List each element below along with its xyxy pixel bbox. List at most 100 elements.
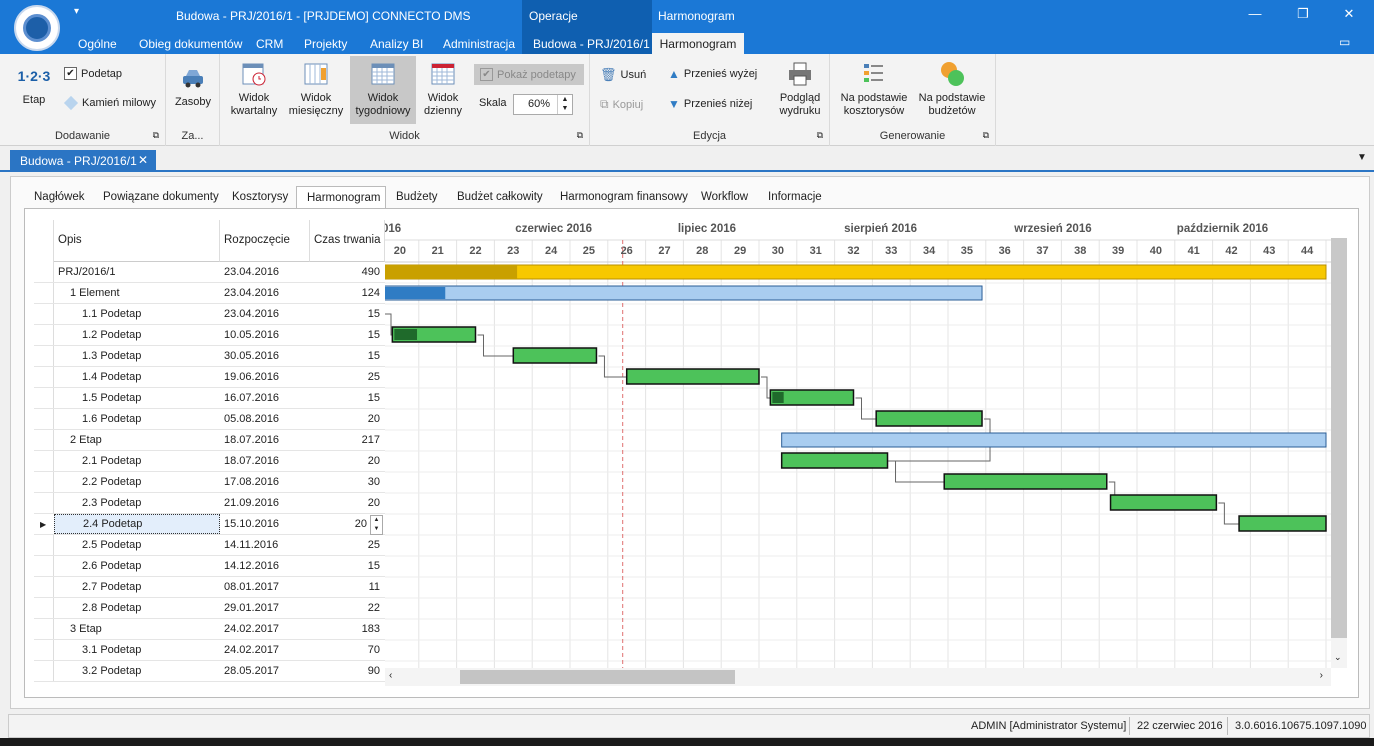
cell-opis[interactable]: 2.7 Podetap bbox=[82, 581, 141, 593]
cell-rozpoczecie[interactable]: 16.07.2016 bbox=[224, 392, 279, 404]
vertical-scroll-thumb[interactable] bbox=[1331, 238, 1347, 638]
cell-opis[interactable]: 1.3 Podetap bbox=[82, 350, 141, 362]
dialog-launcher-icon[interactable]: ⧉ bbox=[577, 130, 583, 141]
widok-miesieczny-button[interactable]: Widok miesięczny bbox=[288, 60, 344, 118]
table-row[interactable]: 1.1 Podetap 23.04.2016 15 bbox=[34, 304, 385, 325]
table-row[interactable]: 1.5 Podetap 16.07.2016 15 bbox=[34, 388, 385, 409]
na-podstawie-kosztorysow-button[interactable]: Na podstawie kosztorysów bbox=[838, 60, 910, 118]
menu-tab-administracja[interactable]: Administracja bbox=[443, 37, 515, 51]
skala-spinner-icon[interactable]: ▲ ▼ bbox=[557, 95, 572, 114]
restore-button[interactable]: ❐ bbox=[1288, 6, 1318, 22]
inner-tab-2[interactable]: Kosztorysy bbox=[222, 186, 296, 209]
table-row[interactable]: 3.1 Podetap 24.02.2017 70 bbox=[34, 640, 385, 661]
cell-opis[interactable]: 2.8 Podetap bbox=[82, 602, 141, 614]
cell-rozpoczecie[interactable]: 18.07.2016 bbox=[224, 455, 279, 467]
cell-czas-trwania[interactable]: 20 bbox=[297, 518, 367, 530]
cell-czas-trwania[interactable]: 20 bbox=[310, 497, 380, 509]
dialog-launcher-icon[interactable]: ⧉ bbox=[817, 130, 823, 141]
cell-czas-trwania[interactable]: 20 bbox=[310, 413, 380, 425]
cell-rozpoczecie[interactable]: 10.05.2016 bbox=[224, 329, 279, 341]
cell-rozpoczecie[interactable]: 08.01.2017 bbox=[224, 581, 279, 593]
table-row[interactable]: 2 Etap 18.07.2016 217 bbox=[34, 430, 385, 451]
menu-tab-obieg[interactable]: Obieg dokumentów bbox=[139, 37, 242, 51]
table-row[interactable]: 2.2 Podetap 17.08.2016 30 bbox=[34, 472, 385, 493]
podglad-wydruku-button[interactable]: Podgląd wydruku bbox=[774, 60, 826, 118]
table-row[interactable]: 1 Element 23.04.2016 124 bbox=[34, 283, 385, 304]
table-row[interactable]: 1.2 Podetap 10.05.2016 15 bbox=[34, 325, 385, 346]
usun-button[interactable]: 🗑 Usuń bbox=[600, 67, 646, 83]
cell-rozpoczecie[interactable]: 30.05.2016 bbox=[224, 350, 279, 362]
scroll-down-icon[interactable]: ⌄ bbox=[1334, 652, 1342, 663]
cell-rozpoczecie[interactable]: 29.01.2017 bbox=[224, 602, 279, 614]
cell-opis[interactable]: 1.6 Podetap bbox=[82, 413, 141, 425]
widok-kwartalny-button[interactable]: Widok kwartalny bbox=[228, 60, 280, 118]
close-window-button[interactable]: ✕ bbox=[1334, 6, 1364, 22]
cell-czas-trwania[interactable]: 15 bbox=[310, 329, 380, 341]
table-row[interactable]: 2.1 Podetap 18.07.2016 20 bbox=[34, 451, 385, 472]
inner-tab-6[interactable]: Harmonogram finansowy bbox=[550, 186, 691, 209]
inner-tab-0[interactable]: Nagłówek bbox=[24, 186, 93, 209]
menu-tab-ogolne[interactable]: Ogólne bbox=[78, 37, 117, 51]
cell-czas-trwania[interactable]: 70 bbox=[310, 644, 380, 656]
table-row[interactable]: PRJ/2016/1 23.04.2016 490 bbox=[34, 262, 385, 283]
cell-rozpoczecie[interactable]: 23.04.2016 bbox=[224, 287, 279, 299]
cell-czas-trwania[interactable]: 30 bbox=[310, 476, 380, 488]
table-row[interactable]: 1.6 Podetap 05.08.2016 20 bbox=[34, 409, 385, 430]
menu-tab-projekty[interactable]: Projekty bbox=[304, 37, 347, 51]
cell-opis[interactable]: 2 Etap bbox=[70, 434, 102, 446]
cell-rozpoczecie[interactable]: 15.10.2016 bbox=[224, 518, 279, 530]
duration-spinner-icon[interactable]: ▲ ▼ bbox=[370, 515, 383, 535]
close-tab-icon[interactable]: ✕ bbox=[138, 153, 148, 167]
cell-opis[interactable]: 1.4 Podetap bbox=[82, 371, 141, 383]
cell-rozpoczecie[interactable]: 05.08.2016 bbox=[224, 413, 279, 425]
quick-access-icon[interactable]: ▾ bbox=[74, 6, 79, 17]
cell-opis[interactable]: 2.5 Podetap bbox=[82, 539, 141, 551]
cell-opis[interactable]: 3.1 Podetap bbox=[82, 644, 141, 656]
cell-rozpoczecie[interactable]: 23.04.2016 bbox=[224, 308, 279, 320]
cell-opis[interactable]: 2.2 Podetap bbox=[82, 476, 141, 488]
scroll-left-icon[interactable]: ‹ bbox=[389, 670, 392, 681]
przenies-wyzej-button[interactable]: ▲ Przenieś wyżej bbox=[668, 67, 757, 81]
cell-czas-trwania[interactable]: 22 bbox=[310, 602, 380, 614]
inner-tab-1[interactable]: Powiązane dokumenty bbox=[93, 186, 222, 209]
cell-opis[interactable]: 1.2 Podetap bbox=[82, 329, 141, 341]
dialog-launcher-icon[interactable]: ⧉ bbox=[153, 130, 159, 141]
cell-rozpoczecie[interactable]: 28.05.2017 bbox=[224, 665, 279, 677]
cell-opis[interactable]: 1 Element bbox=[70, 287, 120, 299]
horizontal-scroll-thumb[interactable] bbox=[460, 670, 735, 684]
table-row[interactable]: 3 Etap 24.02.2017 183 bbox=[34, 619, 385, 640]
minimize-button[interactable]: — bbox=[1240, 6, 1270, 21]
document-tab[interactable]: Budowa - PRJ/2016/1 bbox=[10, 150, 156, 172]
column-header-rozpoczecie[interactable]: Rozpoczęcie bbox=[220, 220, 310, 262]
cell-opis[interactable]: 1.1 Podetap bbox=[82, 308, 141, 320]
cell-rozpoczecie[interactable]: 18.07.2016 bbox=[224, 434, 279, 446]
dialog-launcher-icon[interactable]: ⧉ bbox=[983, 130, 989, 141]
cell-rozpoczecie[interactable]: 23.04.2016 bbox=[224, 266, 279, 278]
cell-czas-trwania[interactable]: 20 bbox=[310, 455, 380, 467]
cell-czas-trwania[interactable]: 25 bbox=[310, 371, 380, 383]
vertical-scrollbar[interactable]: ⌄ bbox=[1331, 238, 1347, 668]
cell-opis[interactable]: 2.3 Podetap bbox=[82, 497, 141, 509]
menu-tab-budowa[interactable]: Budowa - PRJ/2016/1 bbox=[533, 37, 650, 51]
inner-tab-8[interactable]: Informacje bbox=[758, 186, 838, 209]
etap-button[interactable]: 1·2·3 Etap bbox=[12, 66, 56, 107]
cell-rozpoczecie[interactable]: 21.09.2016 bbox=[224, 497, 279, 509]
cell-czas-trwania[interactable]: 490 bbox=[310, 266, 380, 278]
przenies-nizej-button[interactable]: ▼ Przenieś niżej bbox=[668, 97, 752, 111]
inner-tab-7[interactable]: Workflow bbox=[691, 186, 758, 209]
inner-tab-5[interactable]: Budżet całkowity bbox=[447, 186, 550, 209]
column-header-czas-trwania[interactable]: Czas trwania bbox=[310, 220, 385, 262]
tab-list-dropdown-icon[interactable]: ▼ bbox=[1357, 152, 1367, 163]
cell-czas-trwania[interactable]: 183 bbox=[310, 623, 380, 635]
cell-opis[interactable]: 3 Etap bbox=[70, 623, 102, 635]
cell-rozpoczecie[interactable]: 17.08.2016 bbox=[224, 476, 279, 488]
menu-tab-analizy[interactable]: Analizy BI bbox=[370, 37, 423, 51]
cell-czas-trwania[interactable]: 25 bbox=[310, 539, 380, 551]
cell-czas-trwania[interactable]: 11 bbox=[310, 581, 380, 593]
table-row[interactable]: 3.2 Podetap 28.05.2017 90 bbox=[34, 661, 385, 682]
kamien-milowy-button[interactable]: Kamień milowy bbox=[63, 95, 156, 111]
cell-czas-trwania[interactable]: 15 bbox=[310, 392, 380, 404]
menu-tab-harmonogram[interactable]: Harmonogram bbox=[652, 33, 744, 54]
cell-czas-trwania[interactable]: 124 bbox=[310, 287, 380, 299]
cell-opis[interactable]: 2.1 Podetap bbox=[82, 455, 141, 467]
